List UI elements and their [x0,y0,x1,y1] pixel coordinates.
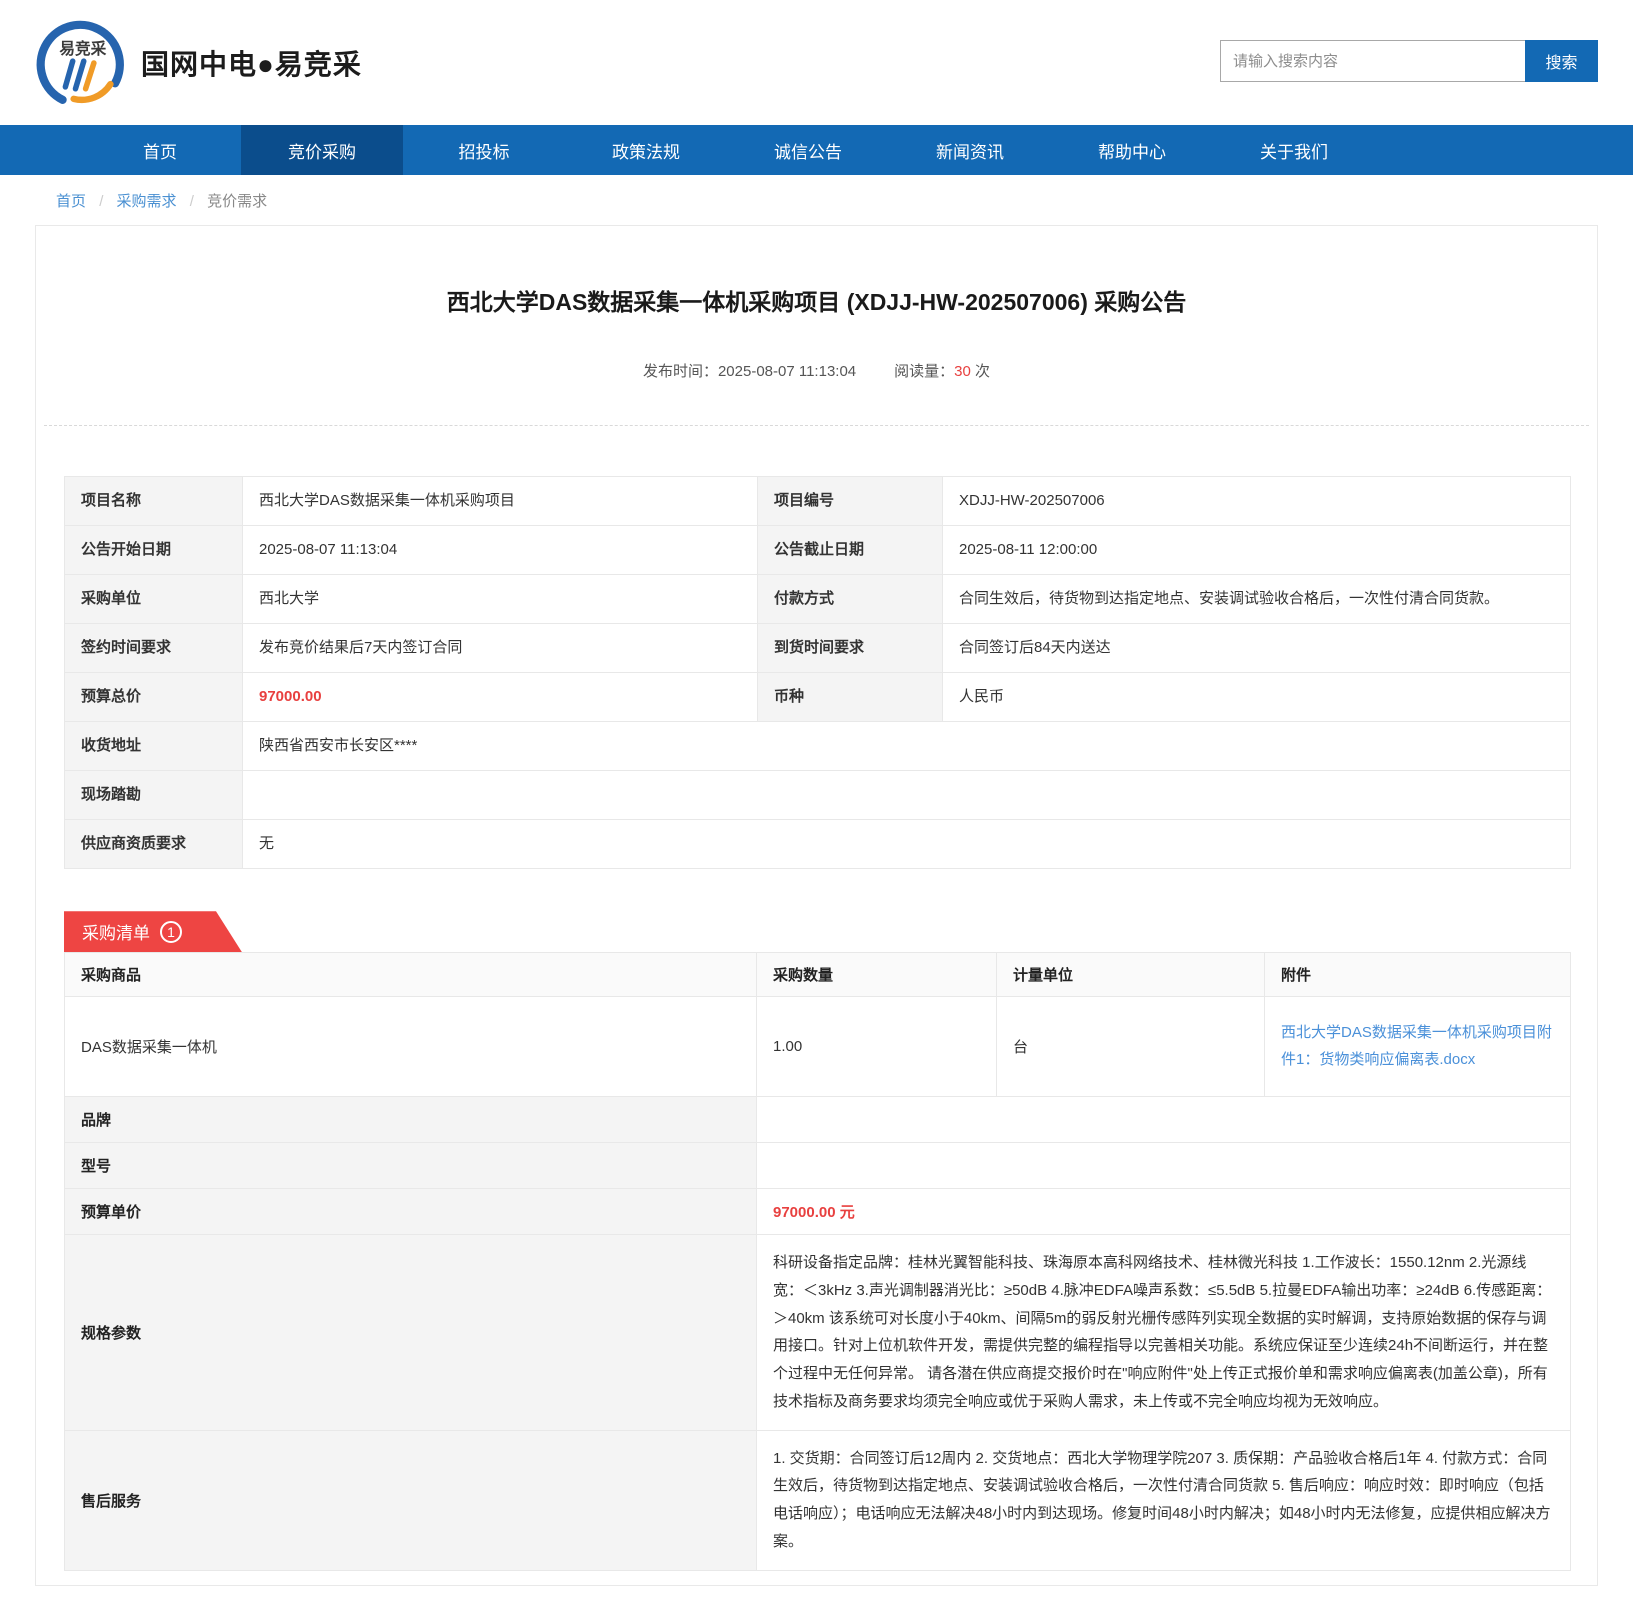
nav-item-policies[interactable]: 政策法规 [565,125,727,175]
column-header-product: 采购商品 [65,953,757,997]
nav-item-integrity-notices[interactable]: 诚信公告 [727,125,889,175]
purchase-table: 采购商品 采购数量 计量单位 附件 DAS数据采集一体机 1.00 台 西北大学… [64,952,1571,1571]
nav-item-help-center[interactable]: 帮助中心 [1051,125,1213,175]
breadcrumb-home-link[interactable]: 首页 [56,193,86,210]
table-row: 收货地址 陕西省西安市长安区**** [65,722,1571,771]
detail-label: 预算单价 [65,1189,757,1235]
info-value: 2025-08-07 11:13:04 [243,526,758,575]
detail-value [757,1097,1571,1143]
info-value: 人民币 [943,673,1571,722]
table-row: 售后服务 1. 交货期：合同签订后12周内 2. 交货地点：西北大学物理学院20… [65,1430,1571,1570]
info-label: 收货地址 [65,722,243,771]
info-value: 西北大学 [243,575,758,624]
column-header-quantity: 采购数量 [757,953,997,997]
search-input[interactable] [1220,40,1525,82]
content-card: 西北大学DAS数据采集一体机采购项目 (XDJJ-HW-202507006) 采… [35,225,1598,1586]
site-header: 易竞采 国网中电●易竞采 搜索 [0,0,1633,125]
table-row: 预算总价 97000.00 币种 人民币 [65,673,1571,722]
column-header-attachment: 附件 [1265,953,1571,997]
views-count: 30 [954,363,971,380]
info-label: 项目编号 [758,477,943,526]
info-value: 陕西省西安市长安区**** [243,722,1571,771]
page-title: 西北大学DAS数据采集一体机采购项目 (XDJJ-HW-202507006) 采… [36,226,1597,318]
nav-item-about-us[interactable]: 关于我们 [1213,125,1375,175]
table-row: 供应商资质要求 无 [65,820,1571,869]
nav-item-tenders[interactable]: 招投标 [403,125,565,175]
breadcrumb-separator: / [99,193,103,210]
breadcrumb-procurement-link[interactable]: 采购需求 [117,193,177,210]
search-button[interactable]: 搜索 [1525,40,1598,82]
table-row: 规格参数 科研设备指定品牌：桂林光翼智能科技、珠海原本高科网络技术、桂林微光科技… [65,1235,1571,1431]
spec-params-value: 科研设备指定品牌：桂林光翼智能科技、珠海原本高科网络技术、桂林微光科技 1.工作… [757,1235,1571,1431]
article-meta: 发布时间：2025-08-07 11:13:04 阅读量：30 次 [36,360,1597,381]
table-row: 签约时间要求 发布竞价结果后7天内签订合同 到货时间要求 合同签订后84天内送达 [65,624,1571,673]
purchase-item-row: DAS数据采集一体机 1.00 台 西北大学DAS数据采集一体机采购项目附件1：… [65,997,1571,1097]
table-row: 现场踏勘 [65,771,1571,820]
item-unit: 台 [997,997,1265,1097]
info-value: 无 [243,820,1571,869]
info-label: 公告开始日期 [65,526,243,575]
item-product-name: DAS数据采集一体机 [65,997,757,1097]
budget-total-value: 97000.00 [243,673,758,722]
info-label: 公告截止日期 [758,526,943,575]
info-label: 供应商资质要求 [65,820,243,869]
breadcrumb-separator: / [190,193,194,210]
info-label: 币种 [758,673,943,722]
main-nav: 首页 竞价采购 招投标 政策法规 诚信公告 新闻资讯 帮助中心 关于我们 [0,125,1633,175]
purchase-list-tag: 采购清单 1 [64,911,242,952]
nav-item-news[interactable]: 新闻资讯 [889,125,1051,175]
info-value [243,771,1571,820]
detail-label: 售后服务 [65,1430,757,1570]
breadcrumb: 首页 / 采购需求 / 竞价需求 [0,175,1633,225]
breadcrumb-current: 竞价需求 [207,193,267,210]
info-value: 合同生效后，待货物到达指定地点、安装调试验收合格后，一次性付清合同货款。 [943,575,1571,624]
logo-text: 易竞采 [59,38,106,57]
site-title: 国网中电●易竞采 [141,43,362,83]
info-value: 发布竞价结果后7天内签订合同 [243,624,758,673]
table-row: 品牌 [65,1097,1571,1143]
detail-label: 品牌 [65,1097,757,1143]
publish-time-value: 2025-08-07 11:13:04 [718,363,856,380]
table-row: 预算单价 97000.00 元 [65,1189,1571,1235]
info-label: 付款方式 [758,575,943,624]
purchase-list-count-badge: 1 [160,921,182,943]
info-label: 预算总价 [65,673,243,722]
after-sales-value: 1. 交货期：合同签订后12周内 2. 交货地点：西北大学物理学院207 3. … [757,1430,1571,1570]
views-label: 阅读量： [894,363,954,380]
detail-label: 型号 [65,1143,757,1189]
unit-price-value: 97000.00 元 [757,1189,1571,1235]
info-value: 合同签订后84天内送达 [943,624,1571,673]
info-label: 采购单位 [65,575,243,624]
search-box: 搜索 [1220,40,1598,82]
item-quantity: 1.00 [757,997,997,1097]
info-label: 现场踏勘 [65,771,243,820]
attachment-link[interactable]: 西北大学DAS数据采集一体机采购项目附件1：货物类响应偏离表.docx [1281,1020,1554,1073]
info-label: 签约时间要求 [65,624,243,673]
table-row: 型号 [65,1143,1571,1189]
detail-value [757,1143,1571,1189]
logo-wrap: 易竞采 国网中电●易竞采 [35,17,362,109]
purchase-header-row: 采购商品 采购数量 计量单位 附件 [65,953,1571,997]
dashed-divider [44,425,1589,426]
info-value: 西北大学DAS数据采集一体机采购项目 [243,477,758,526]
table-row: 公告开始日期 2025-08-07 11:13:04 公告截止日期 2025-0… [65,526,1571,575]
nav-item-bidding-purchase[interactable]: 竞价采购 [241,125,403,175]
column-header-unit: 计量单位 [997,953,1265,997]
detail-label: 规格参数 [65,1235,757,1431]
info-value: XDJJ-HW-202507006 [943,477,1571,526]
info-value: 2025-08-11 12:00:00 [943,526,1571,575]
project-info-table: 项目名称 西北大学DAS数据采集一体机采购项目 项目编号 XDJJ-HW-202… [64,476,1571,869]
info-label: 项目名称 [65,477,243,526]
info-label: 到货时间要求 [758,624,943,673]
site-logo-icon: 易竞采 [35,17,127,109]
purchase-list-tag-label: 采购清单 [82,919,150,944]
table-row: 项目名称 西北大学DAS数据采集一体机采购项目 项目编号 XDJJ-HW-202… [65,477,1571,526]
views-unit: 次 [975,363,990,380]
table-row: 采购单位 西北大学 付款方式 合同生效后，待货物到达指定地点、安装调试验收合格后… [65,575,1571,624]
nav-item-home[interactable]: 首页 [79,125,241,175]
publish-time-label: 发布时间： [643,363,718,380]
